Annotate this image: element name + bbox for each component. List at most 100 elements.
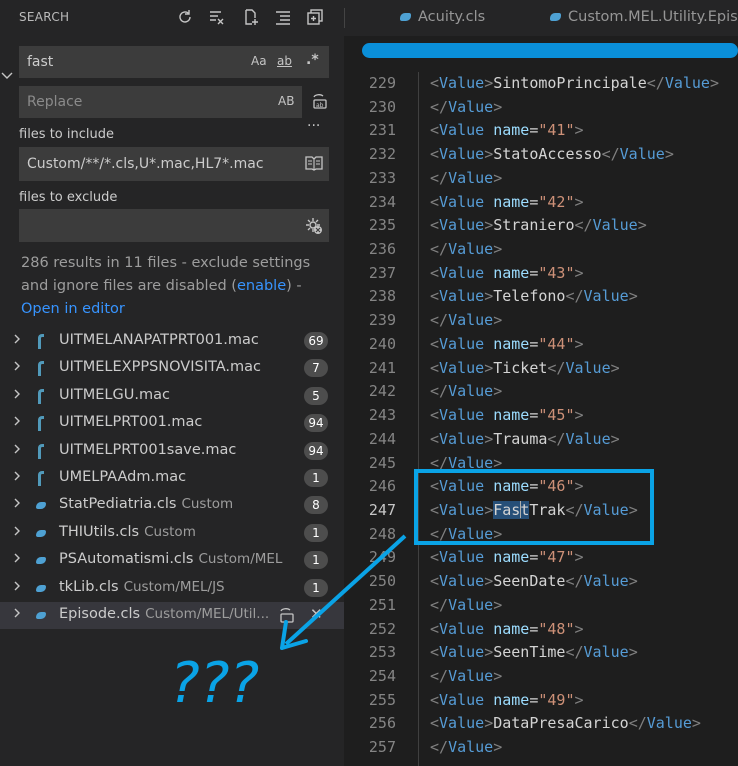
code-line[interactable]: 235 <Value>Straniero</Value>	[344, 214, 738, 238]
value-text: DataPresaCarico	[493, 714, 629, 733]
chevron-right-icon[interactable]	[12, 443, 22, 458]
result-file-name: UITMELEXPPSNOVISITA.mac	[59, 359, 266, 375]
line-number: 239	[368, 311, 396, 330]
code-line[interactable]: 249 <Value name="47">	[344, 546, 738, 570]
search-only-open-editors-icon[interactable]	[305, 155, 323, 175]
code-line[interactable]: 243 <Value name="45">	[344, 404, 738, 428]
mac-file-icon	[38, 443, 44, 459]
code-line[interactable]: 230 </Value>	[344, 96, 738, 120]
code-line[interactable]: 257 </Value>	[344, 736, 738, 760]
open-in-editor-link[interactable]: Open in editor	[21, 301, 125, 317]
code-line[interactable]: 234 <Value name="42">	[344, 191, 738, 215]
chevron-right-icon[interactable]	[12, 415, 22, 430]
result-file-row[interactable]: StatPediatria.cls Custom 8	[0, 492, 344, 519]
code-line[interactable]: 253 <Value>SeenTime</Value>	[344, 641, 738, 665]
editor-tabs: Acuity.cls Custom.MEL.Utility.Epis	[344, 0, 738, 36]
result-file-row[interactable]: UITMELPRT001.mac 94	[0, 410, 344, 437]
search-match-highlight: Fast	[493, 500, 530, 519]
code-line[interactable]: 241 <Value>Ticket</Value>	[344, 357, 738, 381]
code-line[interactable]: 240 <Value name="44">	[344, 333, 738, 357]
file-name: StatPediatria.cls	[59, 496, 177, 513]
chevron-right-icon[interactable]	[12, 607, 22, 622]
chevron-right-icon[interactable]	[12, 388, 22, 403]
line-number: 232	[368, 145, 396, 164]
toggle-search-details-icon[interactable]: ···	[307, 118, 320, 134]
search-input[interactable]: fast Aa ab .*	[19, 46, 329, 78]
new-search-editor-icon[interactable]	[240, 6, 262, 28]
result-file-row[interactable]: UMELPAAdm.mac 1	[0, 465, 344, 492]
code-line[interactable]: 245 </Value>	[344, 452, 738, 476]
line-number: 245	[368, 453, 396, 472]
use-exclude-settings-icon[interactable]	[305, 217, 323, 239]
code-line[interactable]: 247 <Value>FastTrak</Value>	[344, 499, 738, 523]
replace-all-in-file-icon[interactable]	[278, 606, 296, 628]
match-whole-word-icon[interactable]: ab	[277, 54, 292, 68]
use-regex-icon[interactable]: .*	[306, 52, 319, 68]
match-count-badge: 69	[304, 332, 328, 350]
match-case-icon[interactable]: Aa	[251, 54, 267, 68]
code-line[interactable]: 251 </Value>	[344, 594, 738, 618]
attr-value: 43	[547, 263, 566, 282]
line-number: 230	[368, 97, 396, 116]
code-line[interactable]: 250 <Value>SeenDate</Value>	[344, 570, 738, 594]
results-summary-text-end: ) -	[286, 278, 302, 294]
result-file-row[interactable]: UITMELANAPATPRT001.mac 69	[0, 328, 344, 355]
files-to-exclude-input[interactable]	[19, 209, 329, 242]
result-file-row[interactable]: tkLib.cls Custom/MEL/JS 1	[0, 575, 344, 602]
result-file-row[interactable]: UITMELEXPPSNOVISITA.mac 7	[0, 355, 344, 382]
view-as-tree-icon[interactable]	[304, 6, 326, 28]
mac-file-icon	[38, 361, 44, 377]
toggle-replace-chevron-icon[interactable]	[0, 70, 14, 88]
code-line[interactable]: 242 </Value>	[344, 380, 738, 404]
file-name: UITMELEXPPSNOVISITA.mac	[59, 359, 261, 376]
code-line[interactable]: 237 <Value name="43">	[344, 262, 738, 286]
code-line[interactable]: 256 <Value>DataPresaCarico</Value>	[344, 712, 738, 736]
refresh-icon[interactable]	[174, 6, 196, 28]
code-line[interactable]: 252 <Value name="48">	[344, 618, 738, 642]
code-line[interactable]: 238 <Value>Telefono</Value>	[344, 285, 738, 309]
code-line[interactable]: 233 </Value>	[344, 167, 738, 191]
chevron-right-icon[interactable]	[12, 525, 22, 540]
code-line[interactable]: 254 </Value>	[344, 665, 738, 689]
files-to-include-input[interactable]: Custom/**/*.cls,U*.mac,HL7*.mac	[19, 147, 329, 181]
replace-input[interactable]: Replace AB	[19, 86, 302, 118]
search-header: SEARCH	[0, 0, 344, 34]
chevron-right-icon[interactable]	[12, 552, 22, 567]
replace-all-icon[interactable]: ab	[311, 92, 329, 114]
code-line[interactable]: 248 </Value>	[344, 523, 738, 547]
dismiss-icon[interactable]: ✕	[310, 605, 323, 623]
result-file-row[interactable]: THIUtils.cls Custom 1	[0, 520, 344, 547]
code-line[interactable]: 255 <Value name="49">	[344, 689, 738, 713]
result-file-row[interactable]: Episode.cls Custom/MEL/Util... ✕	[0, 602, 344, 629]
collapse-all-icon[interactable]	[272, 6, 294, 28]
chevron-right-icon[interactable]	[12, 580, 22, 595]
code-text: </Value>	[430, 738, 503, 757]
code-line[interactable]: 229 <Value>SintomoPrincipale</Value>	[344, 72, 738, 96]
code-line[interactable]: 244 <Value>Trauma</Value>	[344, 428, 738, 452]
code-line[interactable]: 246 <Value name="46">	[344, 475, 738, 499]
mac-file-icon	[38, 388, 44, 404]
preserve-case-icon[interactable]: AB	[278, 94, 294, 108]
code-text: </Value>	[430, 453, 503, 472]
code-text: <Value name="42">	[430, 192, 584, 211]
line-number: 249	[368, 548, 396, 567]
line-number: 256	[368, 714, 396, 733]
code-line[interactable]: 232 <Value>StatoAccesso</Value>	[344, 143, 738, 167]
code-line[interactable]: 239 </Value>	[344, 309, 738, 333]
chevron-right-icon[interactable]	[12, 470, 22, 485]
chevron-right-icon[interactable]	[12, 497, 22, 512]
result-file-name: UITMELPRT001.mac	[59, 414, 207, 430]
value-text: Straniero	[493, 216, 575, 235]
result-file-row[interactable]: UITMELPRT001save.mac 94	[0, 438, 344, 465]
result-file-row[interactable]: UITMELGU.mac 5	[0, 383, 344, 410]
result-file-row[interactable]: PSAutomatismi.cls Custom/MEL 1	[0, 547, 344, 574]
enable-link[interactable]: enable	[237, 278, 286, 294]
match-count-badge: 1	[304, 578, 328, 597]
result-file-name: THIUtils.cls Custom	[59, 524, 196, 540]
clear-results-icon[interactable]	[206, 6, 228, 28]
chevron-right-icon[interactable]	[12, 333, 22, 348]
code-line[interactable]: 231 <Value name="41">	[344, 119, 738, 143]
code-line[interactable]: 236 </Value>	[344, 238, 738, 262]
chevron-right-icon[interactable]	[12, 360, 22, 375]
code-text: <Value name="46">	[430, 477, 584, 496]
